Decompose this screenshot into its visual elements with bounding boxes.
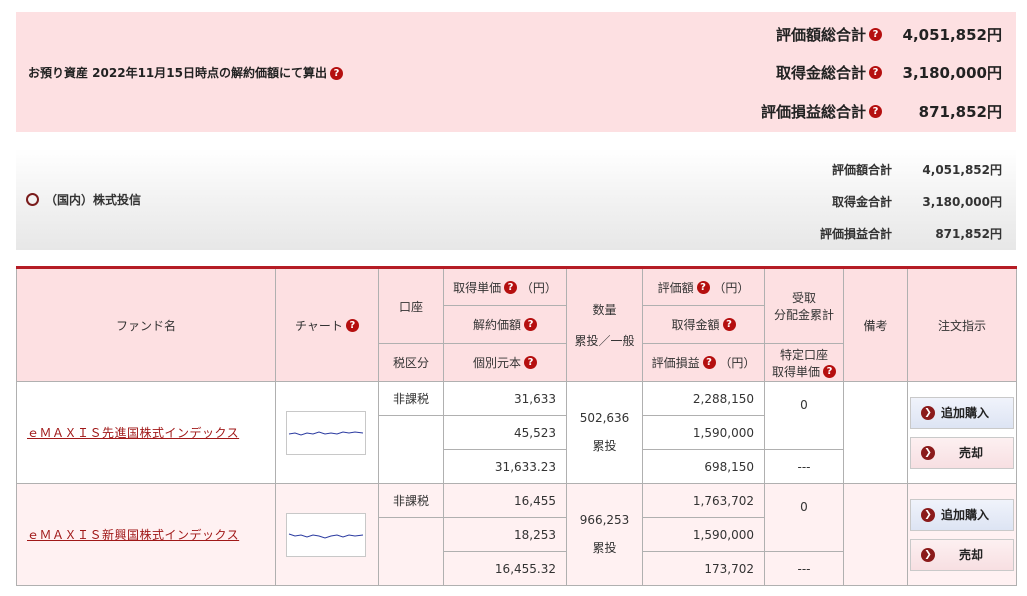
acq-unit-price-cell: 16,455 [443,483,567,518]
individual-principal-cell: 16,455.32 [443,551,567,586]
question-mark-icon[interactable]: ? [524,318,537,331]
header-order: 注文指示 [907,267,1017,382]
remarks-cell [843,483,908,586]
category-acquisition-value: 3,180,000円 [922,195,1002,209]
header-nav: 解約価額? [443,305,567,344]
total-acquisition-row: 取得金総合計? 3,180,000円 [736,60,1002,84]
total-valuation-label: 評価額総合計 [775,25,866,44]
category-summary: （国内）株式投信 評価額合計 4,051,852円 取得金合計 3,180,00… [16,149,1016,250]
total-acquisition-label: 取得金総合計 [775,63,866,82]
category-acquisition-row: 取得金合計 3,180,000円 [772,193,1002,210]
total-acquisition-value: 3,180,000円 [902,63,1002,82]
specific-acq-cell: --- [764,449,844,484]
quantity-cell: 502,636 累投 [566,381,643,484]
chart-cell [275,483,379,586]
add-purchase-button[interactable]: ❯ 追加購入 [910,396,1014,429]
chevron-right-icon: ❯ [921,547,935,562]
question-mark-icon[interactable]: ? [696,280,710,294]
sell-button[interactable]: ❯ 売却 [910,436,1014,469]
circle-icon [26,193,39,206]
chevron-right-icon: ❯ [921,445,935,460]
question-mark-icon[interactable]: ? [823,364,836,378]
remarks-cell [843,381,908,484]
nav-cell: 45,523 [443,415,567,450]
header-tax-class: 税区分 [378,343,444,382]
category-title: （国内）株式投信 [26,191,141,208]
table-row: ｅＭＡＸＩＳ先進国株式インデックス 非課税 31,633 502,636 累投 … [16,381,1017,484]
fund-name-link[interactable]: ｅＭＡＸＩＳ新興国株式インデックス [27,528,239,542]
question-mark-icon[interactable]: ? [345,318,359,332]
total-valuation-value: 4,051,852円 [902,25,1002,44]
fund-table: ファンド名 チャート? 口座 取得単価? （円） 数量 累投／一般 評価額? （… [16,266,1017,586]
category-pl-value: 871,852円 [935,227,1002,241]
asset-summary: お預り資産 2022年11月15日時点の解約価額にて算出? 評価額総合計? 4,… [16,12,1016,132]
order-cell: ❯ 追加購入 ❯ 売却 [907,381,1017,484]
tax-class-cell: 非課税 [378,381,444,416]
question-mark-icon[interactable]: ? [869,104,882,118]
total-pl-label: 評価損益総合計 [760,102,866,121]
category-pl-label: 評価損益合計 [819,227,892,241]
header-remarks: 備考 [843,267,908,382]
table-row: ｅＭＡＸＩＳ新興国株式インデックス 非課税 16,455 966,253 累投 … [16,483,1017,586]
category-pl-row: 評価損益合計 871,852円 [772,225,1002,242]
acq-amount-cell: 1,590,000 [642,517,765,552]
header-acq-unit-price: 取得単価? （円） [443,267,567,306]
header-specific-acq: 特定口座 取得単価? [764,343,844,382]
empty-cell [378,517,444,586]
question-mark-icon[interactable]: ? [524,356,537,369]
fund-name-cell: ｅＭＡＸＩＳ新興国株式インデックス [16,483,276,586]
quantity-cell: 966,253 累投 [566,483,643,586]
add-purchase-button[interactable]: ❯ 追加購入 [910,498,1014,531]
category-label: （国内）株式投信 [45,193,142,207]
category-valuation-value: 4,051,852円 [922,163,1002,177]
question-mark-icon[interactable]: ? [722,318,736,331]
header-fund-name: ファンド名 [16,267,276,382]
header-chart: チャート? [275,267,379,382]
category-valuation-label: 評価額合計 [831,163,892,177]
question-mark-icon[interactable]: ? [869,65,882,79]
question-mark-icon[interactable]: ? [504,280,518,294]
chevron-right-icon: ❯ [921,507,935,522]
valuation-cell: 2,288,150 [642,381,765,416]
chevron-right-icon: ❯ [921,405,935,420]
empty-cell [378,415,444,484]
unrealized-pl-cell: 698,150 [642,449,765,484]
category-acquisition-label: 取得金合計 [831,195,892,209]
valuation-cell: 1,763,702 [642,483,765,518]
fund-name-link[interactable]: ｅＭＡＸＩＳ先進国株式インデックス [27,426,239,440]
question-mark-icon[interactable]: ? [329,67,343,80]
total-pl-row: 評価損益総合計? 871,852円 [736,99,1002,123]
tax-class-cell: 非課税 [378,483,444,518]
received-dist-cell: 0 [764,483,844,552]
specific-acq-cell: --- [764,551,844,586]
sell-button[interactable]: ❯ 売却 [910,538,1014,571]
acq-unit-price-cell: 31,633 [443,381,567,416]
chart-cell [275,381,379,484]
fund-chart-thumbnail[interactable] [286,410,366,455]
acq-amount-cell: 1,590,000 [642,415,765,450]
header-received-dist: 受取 分配金累計 [764,267,844,344]
fund-chart-thumbnail[interactable] [286,512,366,557]
received-dist-cell: 0 [764,381,844,450]
header-quantity: 数量 累投／一般 [566,267,643,382]
header-valuation: 評価額? （円） [642,267,765,306]
header-unrealized-pl: 評価損益? （円） [642,343,765,382]
unrealized-pl-cell: 173,702 [642,551,765,586]
order-cell: ❯ 追加購入 ❯ 売却 [907,483,1017,586]
total-pl-value: 871,852円 [918,102,1002,121]
nav-cell: 18,253 [443,517,567,552]
total-valuation-row: 評価額総合計? 4,051,852円 [736,22,1002,46]
asset-summary-label: お預り資産 2022年11月15日時点の解約価額にて算出? [28,64,343,81]
category-valuation-row: 評価額合計 4,051,852円 [772,161,1002,178]
question-mark-icon[interactable]: ? [869,27,882,41]
individual-principal-cell: 31,633.23 [443,449,567,484]
fund-name-cell: ｅＭＡＸＩＳ先進国株式インデックス [16,381,276,484]
header-account: 口座 [378,267,444,344]
asset-summary-text: お預り資産 2022年11月15日時点の解約価額にて算出 [28,66,327,80]
header-individual-principal: 個別元本? [443,343,567,382]
question-mark-icon[interactable]: ? [702,356,716,369]
header-acq-amount: 取得金額? [642,305,765,344]
